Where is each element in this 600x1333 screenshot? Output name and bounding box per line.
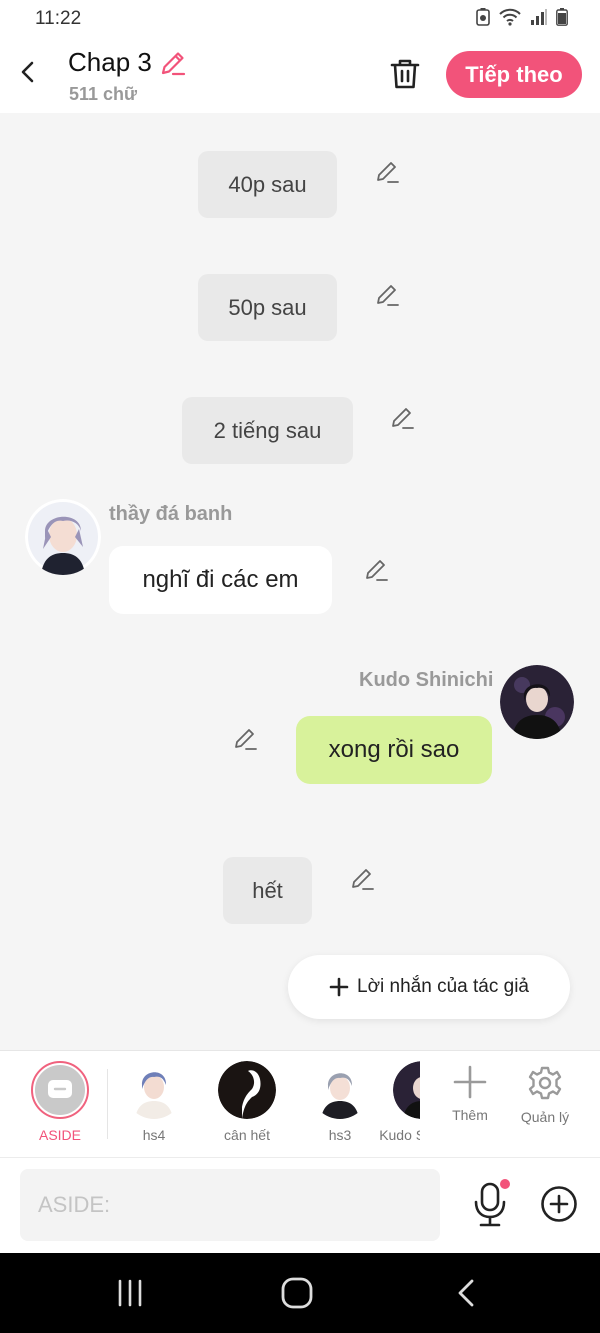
narration-bubble[interactable]: 50p sau xyxy=(198,274,337,341)
chat-editor-screen: 11:22 Chap 3 511 chữ Tiếp theo 40p sau 5… xyxy=(0,0,600,1333)
battery-icon xyxy=(556,8,568,26)
back-button[interactable] xyxy=(12,56,44,88)
wifi-icon xyxy=(499,8,521,26)
chapter-title: Chap 3 xyxy=(68,47,188,78)
character-avatar-icon xyxy=(500,665,574,739)
avatar xyxy=(393,1061,420,1119)
notification-dot xyxy=(500,1179,510,1189)
edit-message-button[interactable] xyxy=(362,556,390,584)
character-avatar-icon xyxy=(311,1061,369,1119)
status-icons xyxy=(476,8,568,26)
character-kudo[interactable]: Kudo Shinichi xyxy=(379,1061,420,1143)
pencil-icon xyxy=(352,869,374,890)
word-count: 511 chữ xyxy=(69,84,138,104)
character-label: hs3 xyxy=(328,1127,352,1143)
author-note-button[interactable]: Lời nhắn của tác giả xyxy=(288,955,570,1019)
character-label: hs4 xyxy=(142,1127,166,1143)
manage-label: Quản lý xyxy=(520,1109,570,1125)
character-hs4[interactable]: hs4 xyxy=(118,1061,190,1143)
recent-apps-icon xyxy=(118,1279,142,1307)
recent-apps-button[interactable] xyxy=(110,1273,150,1313)
pencil-icon xyxy=(161,51,185,75)
avatar[interactable] xyxy=(500,665,574,739)
message-input[interactable] xyxy=(20,1169,440,1241)
edit-message-button[interactable] xyxy=(373,281,401,309)
speaker-name: Kudo Shinichi xyxy=(359,669,494,691)
silhouette-avatar-icon xyxy=(218,1061,276,1119)
gear-icon xyxy=(528,1066,562,1100)
next-button[interactable]: Tiếp theo xyxy=(446,51,582,98)
add-label: Thêm xyxy=(452,1107,488,1123)
character-label: Kudo Shinichi xyxy=(379,1127,420,1143)
manage-button[interactable]: Quản lý xyxy=(513,1065,577,1125)
chat-area[interactable]: 40p sau 50p sau 2 tiếng sau thầy đá banh… xyxy=(0,113,600,1050)
home-button[interactable] xyxy=(277,1273,317,1313)
pencil-icon xyxy=(377,162,399,183)
speaker-name: thầy đá banh xyxy=(109,503,233,525)
edit-title-button[interactable] xyxy=(158,48,188,78)
voice-input-button[interactable] xyxy=(470,1179,510,1230)
trash-icon xyxy=(390,59,420,89)
pencil-icon xyxy=(377,285,399,306)
plus-icon xyxy=(329,977,349,997)
narration-bubble[interactable]: 2 tiếng sau xyxy=(182,397,353,464)
character-avatar-icon xyxy=(25,499,101,575)
narration-bubble[interactable]: 40p sau xyxy=(198,151,337,218)
edit-message-button[interactable] xyxy=(373,158,401,186)
header: Chap 3 511 chữ Tiếp theo xyxy=(0,38,600,113)
signal-icon xyxy=(531,9,547,25)
character-avatar-icon xyxy=(393,1061,420,1119)
message-bubble[interactable]: xong rồi sao xyxy=(296,716,492,784)
message-bubble[interactable]: nghĩ đi các em xyxy=(109,546,332,614)
message-icon xyxy=(48,1080,72,1098)
aside-avatar xyxy=(31,1061,89,1119)
narration-bubble[interactable]: hết xyxy=(223,857,312,924)
avatar xyxy=(125,1061,183,1119)
pencil-icon xyxy=(366,560,388,581)
edit-message-button[interactable] xyxy=(231,725,259,753)
edit-message-button[interactable] xyxy=(388,404,416,432)
character-bar: ASIDE hs4 cân hết hs3 Kudo Thêm Quản lý xyxy=(0,1050,600,1158)
back-nav-button[interactable] xyxy=(446,1273,486,1313)
character-aside[interactable]: ASIDE xyxy=(24,1061,96,1143)
divider xyxy=(107,1069,108,1139)
plus-icon xyxy=(453,1065,487,1099)
avatar xyxy=(218,1061,276,1119)
system-nav-bar xyxy=(0,1253,600,1333)
status-bar: 11:22 xyxy=(0,0,600,38)
edit-message-button[interactable] xyxy=(348,865,376,893)
battery-saver-icon xyxy=(476,8,490,26)
attach-button[interactable] xyxy=(540,1185,578,1223)
chevron-left-icon xyxy=(458,1279,474,1307)
pencil-icon xyxy=(392,408,414,429)
avatar[interactable] xyxy=(25,499,101,575)
character-can-het[interactable]: cân hết xyxy=(211,1061,283,1143)
character-avatar-icon xyxy=(125,1061,183,1119)
status-time: 11:22 xyxy=(35,8,82,29)
character-label: cân hết xyxy=(224,1127,270,1143)
chevron-left-icon xyxy=(21,61,34,83)
avatar xyxy=(311,1061,369,1119)
home-icon xyxy=(281,1277,313,1309)
character-list[interactable]: ASIDE hs4 cân hết hs3 Kudo xyxy=(0,1051,420,1159)
chapter-title-text: Chap 3 xyxy=(68,47,152,77)
input-bar xyxy=(0,1158,600,1253)
pencil-icon xyxy=(235,729,257,750)
character-hs3[interactable]: hs3 xyxy=(304,1061,376,1143)
add-circle-icon xyxy=(541,1186,577,1222)
author-note-label: Lời nhắn của tác giả xyxy=(357,976,529,997)
character-label: ASIDE xyxy=(38,1127,81,1143)
add-character-button[interactable]: Thêm xyxy=(438,1065,502,1123)
delete-button[interactable] xyxy=(386,54,424,94)
